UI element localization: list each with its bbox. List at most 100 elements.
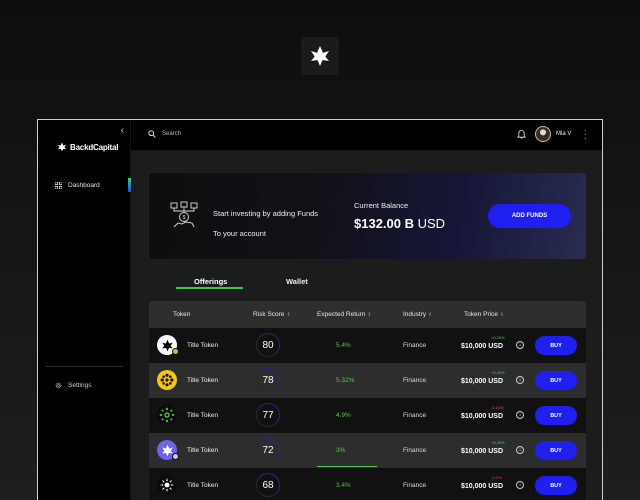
sort-icon: ⇕ — [367, 312, 372, 318]
token-name: Title Token — [187, 482, 219, 489]
sidebar-divider — [46, 366, 123, 367]
column-header-label: Expected Return — [317, 311, 366, 318]
expected-return: 5.4% — [336, 342, 351, 349]
chevron-left-icon[interactable]: ‹ — [121, 125, 124, 136]
price-change: +0.26% — [491, 335, 505, 340]
table-row[interactable]: Title Token 68 3.4% Finance -0.2% $10,00… — [149, 468, 586, 500]
token-price: $10,000 USD — [461, 413, 504, 420]
sort-icon: ⇕ — [428, 312, 433, 318]
buy-button[interactable]: BUY — [535, 441, 577, 460]
buy-button[interactable]: BUY — [535, 371, 577, 390]
table-row[interactable]: Title Token 77 4.9% Finance -0.13% $10,0… — [149, 398, 586, 433]
balance-currency: USD — [417, 216, 446, 231]
banner-line-1: Start investing by adding Funds — [213, 209, 319, 218]
sidebar: ‹ BackdCapital Dashboard Settings — [38, 120, 131, 500]
app-window: ‹ BackdCapital Dashboard Settings Search… — [37, 119, 603, 500]
expected-return: 5.32% — [336, 377, 355, 384]
sort-icon: ⇕ — [499, 312, 505, 318]
column-header-token[interactable]: Token — [173, 311, 190, 318]
token-price: $10,000 USD — [461, 448, 504, 455]
bell-icon[interactable] — [517, 129, 526, 139]
grid-icon — [55, 182, 62, 189]
search-input[interactable]: Search — [162, 131, 181, 137]
risk-score-gauge: 72 — [256, 438, 280, 462]
price-change: +0.26% — [491, 370, 505, 375]
sidebar-item-label: Dashboard — [68, 182, 100, 189]
column-header-token-price[interactable]: Token Price ⇕ — [464, 311, 504, 318]
token-name: Title Token — [187, 447, 219, 454]
expected-return: 3.4% — [336, 482, 351, 489]
industry: Finance — [403, 412, 427, 419]
expected-return: 4.9% — [336, 412, 351, 419]
more-vertical-icon[interactable]: · · · — [584, 127, 587, 143]
price-change: -0.13% — [491, 405, 504, 410]
svg-text:$: $ — [183, 215, 186, 221]
tab-wallet[interactable]: Wallet — [286, 277, 308, 286]
banner-line-2: To your account — [213, 229, 266, 238]
investment-network-icon: $ — [170, 201, 198, 228]
white-burst-token-icon — [157, 475, 177, 495]
risk-score-gauge: 77 — [256, 403, 280, 427]
price-change: -0.2% — [491, 475, 502, 480]
industry: Finance — [403, 377, 427, 384]
selected-return-underline — [317, 466, 377, 467]
industry: Finance — [403, 482, 427, 489]
column-header-expected-return[interactable]: Expected Return ⇕ — [317, 311, 372, 318]
token-price: $10,000 USD — [461, 378, 504, 385]
table-header: Token Risk Score ⇕ Expected Return ⇕ Indus… — [149, 301, 586, 328]
column-header-industry[interactable]: Industry ⇕ — [403, 311, 432, 318]
token-badge — [172, 453, 179, 460]
sort-icon: ⇕ — [286, 312, 291, 318]
token-name: Title Token — [187, 377, 219, 384]
buy-button[interactable]: BUY — [535, 406, 577, 425]
column-header-label: Risk Score — [253, 311, 285, 318]
search-box[interactable]: Search — [148, 130, 181, 138]
yellow-flower-token-icon — [157, 370, 177, 390]
info-icon[interactable]: i — [516, 481, 524, 489]
tab-offerings[interactable]: Offerings — [194, 277, 227, 286]
gear-icon — [55, 382, 62, 389]
table-row[interactable]: Title Token 72 3% Finance +0.26% $10,000… — [149, 433, 586, 468]
offerings-table: Token Risk Score ⇕ Expected Return ⇕ Indus… — [149, 301, 586, 500]
info-icon[interactable]: i — [516, 411, 524, 419]
risk-score-gauge: 68 — [256, 473, 280, 497]
buy-button[interactable]: BUY — [535, 476, 577, 495]
table-row[interactable]: Title Token 78 5.32% Finance +0.26% $10,… — [149, 363, 586, 398]
table-row[interactable]: Title Token 80 5.4% Finance +0.26% $10,0… — [149, 328, 586, 363]
token-badge — [172, 348, 179, 355]
token-price: $10,000 USD — [461, 343, 504, 350]
info-icon[interactable]: i — [516, 376, 524, 384]
search-icon — [148, 130, 156, 138]
token-price: $10,000 USD — [461, 483, 504, 490]
brand-name: BackdCapital — [70, 142, 119, 152]
column-header-risk-score[interactable]: Risk Score ⇕ — [253, 311, 291, 318]
banner-message: Start investing by adding Funds To your … — [213, 204, 318, 244]
user-name[interactable]: Mia V — [556, 131, 571, 137]
top-bar: Search Mia V · · · — [131, 120, 602, 151]
risk-score-gauge: 80 — [256, 333, 280, 357]
balance-amount: $132.00 B USD — [354, 216, 445, 231]
tab-bar: Offerings Wallet — [150, 275, 450, 289]
token-name: Title Token — [187, 342, 219, 349]
sidebar-item-settings[interactable]: Settings — [55, 382, 92, 389]
sidebar-item-dashboard[interactable]: Dashboard — [55, 182, 100, 189]
column-header-label: Token Price — [464, 311, 498, 318]
funds-banner: $ Start investing by adding Funds To you… — [149, 173, 586, 259]
price-change: +0.26% — [491, 440, 505, 445]
add-funds-button[interactable]: ADD FUNDS — [488, 204, 571, 228]
balance-label: Current Balance — [354, 201, 409, 210]
info-icon[interactable]: i — [516, 341, 524, 349]
industry: Finance — [403, 447, 427, 454]
sidebar-item-label: Settings — [68, 382, 92, 389]
column-header-label: Industry — [403, 311, 427, 318]
industry: Finance — [403, 342, 427, 349]
green-sun-token-icon — [157, 405, 177, 425]
brand[interactable]: BackdCapital — [57, 142, 118, 152]
buy-button[interactable]: BUY — [535, 336, 577, 355]
info-icon[interactable]: i — [516, 446, 524, 454]
app-logo-tile — [301, 37, 339, 75]
risk-score-gauge: 78 — [256, 368, 280, 392]
active-tab-indicator — [176, 287, 243, 289]
expected-return: 3% — [336, 447, 346, 454]
avatar[interactable] — [535, 126, 551, 142]
